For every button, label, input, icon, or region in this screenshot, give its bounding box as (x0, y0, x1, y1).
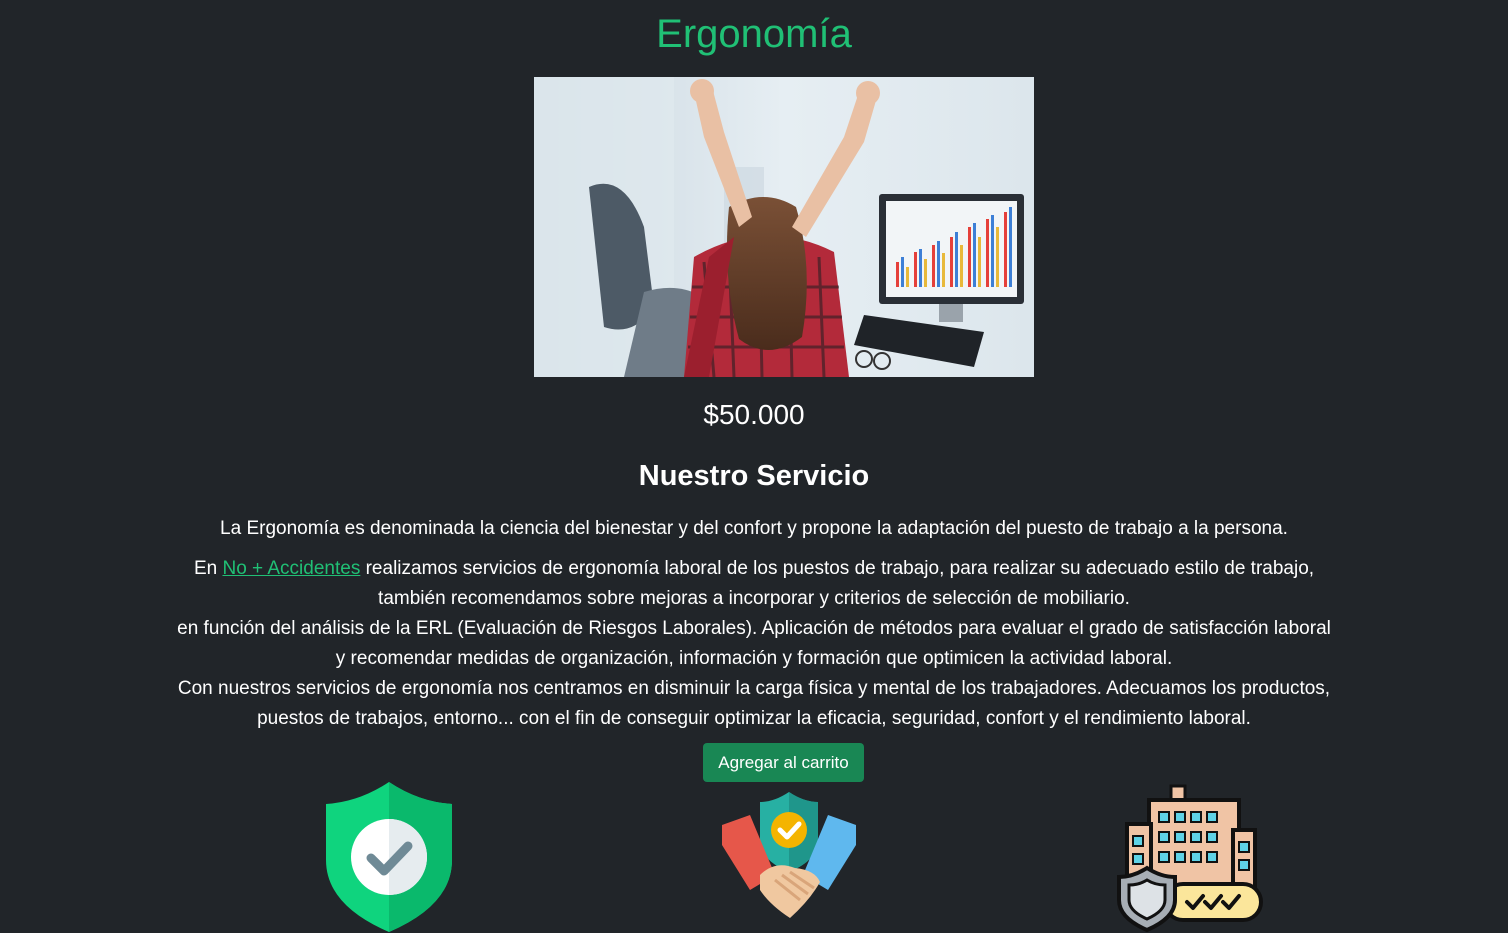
company-link[interactable]: No + Accidentes (222, 558, 360, 579)
line5: Con nuestros servicios de ergonomía nos … (177, 678, 1331, 699)
line4: y recomendar medidas de organización, in… (335, 648, 1173, 669)
building-insurance-icon (1117, 784, 1263, 933)
para-prefix: En (193, 558, 223, 579)
handshake-shield-icon (722, 792, 856, 918)
line1-rest: realizamos servicios de ergonomía labora… (360, 558, 1315, 579)
hero-image (534, 77, 1034, 377)
shield-check-icon (326, 782, 452, 932)
line2: también recomendamos sobre mejoras a inc… (378, 588, 1130, 609)
line6: puestos de trabajos, entorno... con el f… (257, 708, 1251, 729)
service-description: En No + Accidentes realizamos servicios … (150, 554, 1358, 734)
feature-3 (1113, 780, 1265, 933)
section-title: Nuestro Servicio (638, 460, 870, 492)
add-to-cart-button[interactable]: Agregar al carrito (703, 743, 864, 782)
page-title: Ergonomía (656, 12, 852, 56)
feature-1 (324, 780, 454, 933)
line3: en función del análisis de la ERL (Evalu… (177, 618, 1331, 639)
service-intro: La Ergonomía es denominada la ciencia de… (220, 518, 1288, 539)
feature-2 (720, 780, 858, 930)
product-price: $50.000 (703, 399, 805, 430)
